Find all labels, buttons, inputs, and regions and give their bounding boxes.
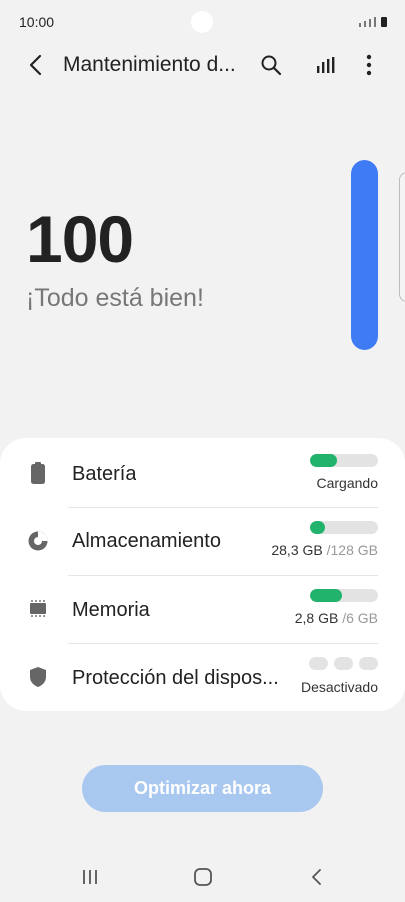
signal-icon <box>359 23 361 27</box>
memory-value-used: 2,8 GB <box>294 610 339 626</box>
back-button[interactable] <box>22 52 48 78</box>
memory-label: Memoria <box>72 599 150 621</box>
indicator-dot <box>334 657 353 670</box>
navigation-bar <box>0 856 405 896</box>
back-nav-button[interactable] <box>296 862 336 892</box>
status-icons <box>359 15 387 27</box>
back-arrow-icon <box>312 869 321 885</box>
search-button[interactable] <box>257 51 285 79</box>
page-title: Mantenimiento d... <box>63 53 236 76</box>
edge-panel-handle[interactable] <box>399 172 405 302</box>
more-options-button[interactable] <box>355 51 383 79</box>
device-protection-row[interactable]: Protección del dispos... Desactivado <box>0 643 405 711</box>
status-card: Batería Cargando Almacenamiento 28,3 GB … <box>0 438 405 711</box>
stats-button[interactable] <box>311 51 339 79</box>
status-time: 10:00 <box>19 14 55 30</box>
memory-level-fill <box>310 589 342 602</box>
status-bar: 10:00 <box>0 0 405 44</box>
bar-chart-icon <box>317 57 335 73</box>
home-icon <box>194 868 212 886</box>
storage-row[interactable]: Almacenamiento 28,3 GB /128 GB <box>0 507 405 575</box>
storage-level-fill <box>310 521 325 534</box>
shield-icon <box>26 665 50 689</box>
battery-level-bar <box>310 454 378 467</box>
recent-apps-icon <box>83 870 97 884</box>
home-button[interactable] <box>183 862 223 892</box>
signal-bar <box>369 19 371 27</box>
memory-value: 2,8 GB /6 GB <box>295 610 378 626</box>
app-bar: Mantenimiento d... <box>0 44 405 86</box>
battery-value: Cargando <box>317 475 379 491</box>
storage-value-total: /128 GB <box>322 542 378 558</box>
device-protection-indicator <box>309 657 378 670</box>
device-protection-value: Desactivado <box>300 679 378 695</box>
memory-value-total: /6 GB <box>338 610 378 626</box>
storage-level-bar <box>310 521 378 534</box>
score-level-bar <box>351 160 378 350</box>
optimize-now-button[interactable]: Optimizar ahora <box>82 765 323 812</box>
indicator-dot <box>359 657 378 670</box>
memory-chip-icon <box>26 597 50 621</box>
storage-label: Almacenamiento <box>72 530 221 552</box>
storage-value-used: 28,3 GB <box>271 542 323 558</box>
battery-status-icon <box>381 17 387 27</box>
indicator-dot <box>309 657 328 670</box>
storage-pie-icon <box>26 529 50 553</box>
signal-bar <box>374 17 376 27</box>
recent-apps-button[interactable] <box>70 862 110 892</box>
memory-level-bar <box>310 589 378 602</box>
device-protection-label: Protección del dispos... <box>72 667 279 689</box>
score-status-text: ¡Todo está bien! <box>26 284 204 312</box>
signal-bar <box>364 21 366 27</box>
storage-value: 28,3 GB /128 GB <box>271 542 378 558</box>
battery-row[interactable]: Batería Cargando <box>0 438 405 506</box>
search-icon <box>261 55 282 76</box>
battery-label: Batería <box>72 463 137 485</box>
camera-cutout <box>191 11 213 33</box>
device-score: 100 <box>26 202 134 276</box>
score-level-fill <box>351 160 378 350</box>
more-vert-icon <box>366 54 372 76</box>
chevron-left-icon <box>29 54 42 76</box>
battery-icon <box>26 461 50 485</box>
memory-row[interactable]: Memoria 2,8 GB /6 GB <box>0 575 405 643</box>
battery-value-main: Cargando <box>316 475 379 491</box>
battery-level-fill <box>310 454 338 467</box>
